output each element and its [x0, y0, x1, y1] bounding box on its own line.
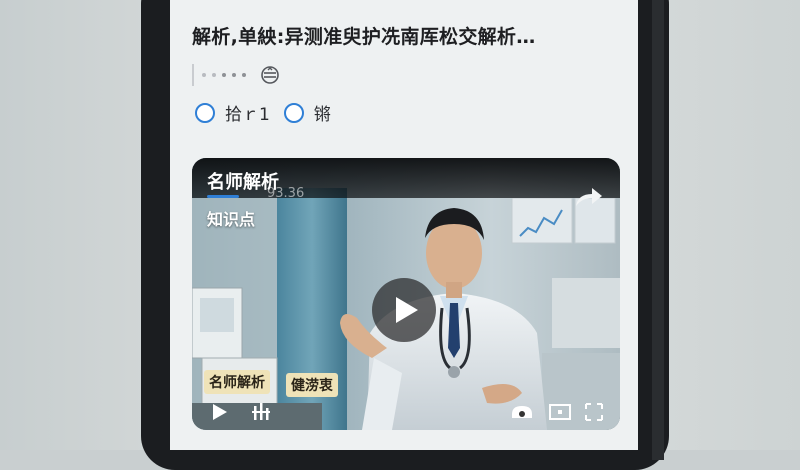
screen-icon[interactable] [548, 400, 572, 424]
background-wall-right [660, 0, 800, 450]
option-label: 拾ｒ1 [225, 105, 270, 125]
play-small-icon[interactable] [210, 400, 230, 424]
speed-icon[interactable] [510, 400, 534, 424]
radio-button[interactable] [195, 102, 215, 123]
loading-dots [202, 73, 246, 77]
question-meta-row [192, 62, 280, 88]
tag-badge: 名师解析 [204, 370, 270, 394]
play-icon [396, 297, 418, 323]
video-subtitle: 知识点 [207, 210, 256, 229]
divider [192, 64, 194, 86]
play-button[interactable] [372, 278, 436, 342]
option-label: 锵 [313, 105, 331, 125]
option-a[interactable]: 拾ｒ1 [195, 100, 270, 125]
equalizer-icon[interactable] [252, 400, 274, 424]
title-underline [207, 195, 239, 198]
radio-button[interactable] [283, 102, 304, 123]
video-player[interactable]: 名师解析 93.36 知识点 名师解析 健涝衷 [192, 158, 620, 430]
share-dial-icon[interactable] [260, 65, 280, 85]
phone-screen: 解析,单紻:异测准臾护冼南厍松交解析… 拾ｒ1 锵 名师解析 93.36 知识点… [170, 0, 638, 450]
fullscreen-icon[interactable] [584, 400, 604, 424]
video-overlay-text: 93.36 [267, 186, 305, 201]
tag-badge: 健涝衷 [286, 373, 338, 397]
answer-options: 拾ｒ1 锵 [195, 100, 345, 125]
background-wall-left [0, 0, 150, 450]
option-b[interactable]: 锵 [283, 100, 331, 125]
phone-edge [652, 0, 664, 460]
question-title: 解析,单紻:异测准臾护冼南厍松交解析… [192, 26, 536, 48]
share-arrow-icon[interactable] [574, 184, 604, 208]
